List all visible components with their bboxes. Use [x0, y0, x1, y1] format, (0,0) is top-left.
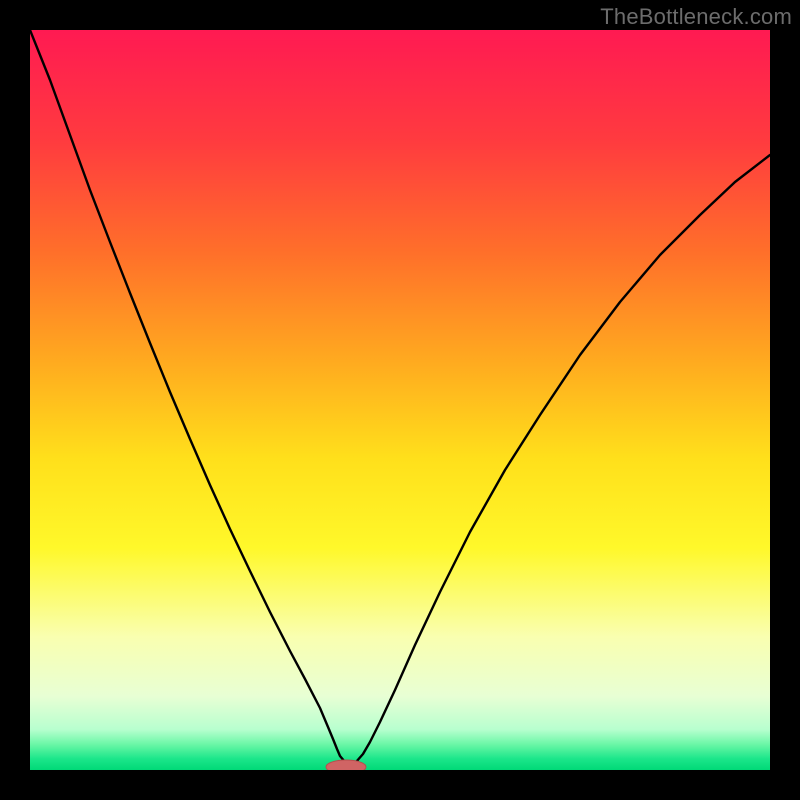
bottleneck-chart: [30, 30, 770, 770]
bottleneck-marker: [326, 760, 366, 770]
gradient-background: [30, 30, 770, 770]
watermark-label: TheBottleneck.com: [600, 4, 792, 30]
plot-frame: [30, 30, 770, 770]
